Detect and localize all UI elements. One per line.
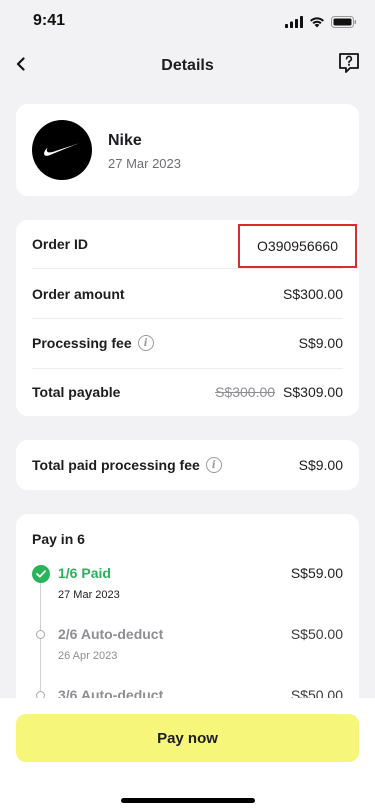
paid-fee-card: Total paid processing fee i S$9.00 xyxy=(16,440,359,490)
plan-title: Pay in 6 xyxy=(32,531,85,547)
installment-label: 1/6 Paid xyxy=(58,565,111,581)
order-details-card: Order ID O390956660 Order amount S$300.0… xyxy=(16,220,359,416)
installment-amount: S$50.00 xyxy=(290,626,343,642)
status-icons xyxy=(285,15,357,33)
paid-fee-value: S$9.00 xyxy=(298,457,343,473)
nike-swoosh-logo xyxy=(32,120,92,180)
status-time: 9:41 xyxy=(33,12,66,29)
installment-plan-card: Pay in 6 1/6 Paid 27 Mar 2023 S$59.00 2/… xyxy=(16,514,359,714)
wifi-icon xyxy=(309,15,325,33)
merchant-card: Nike 27 Mar 2023 xyxy=(16,104,359,196)
total-payable-row: Total payable S$300.00 S$309.00 xyxy=(32,368,343,416)
paid-fee-label-group: Total paid processing fee i xyxy=(32,457,222,473)
status-bar: 9:41 xyxy=(0,0,375,44)
order-amount-label: Order amount xyxy=(32,286,125,302)
divider xyxy=(32,268,343,269)
info-icon[interactable]: i xyxy=(137,335,154,351)
question-chat-icon xyxy=(338,52,360,79)
pay-now-button[interactable]: Pay now xyxy=(16,714,359,762)
order-date: 27 Mar 2023 xyxy=(108,156,181,171)
installment-item: 2/6 Auto-deduct 26 Apr 2023 S$50.00 xyxy=(32,624,343,668)
order-id-label: Order ID xyxy=(32,236,89,252)
processing-fee-label: Processing fee xyxy=(32,335,132,351)
order-amount-row: Order amount S$300.00 xyxy=(32,270,343,318)
paid-fee-label: Total paid processing fee xyxy=(32,457,200,473)
total-payable-value: S$309.00 xyxy=(283,384,343,400)
installment-date: 27 Mar 2023 xyxy=(58,589,120,601)
processing-fee-label-group: Processing fee i xyxy=(32,335,154,351)
bottom-action-bar: Pay now xyxy=(0,698,375,812)
paid-fee-row: Total paid processing fee i S$9.00 xyxy=(32,441,343,489)
installment-amount: S$59.00 xyxy=(290,565,343,581)
merchant-name: Nike xyxy=(108,132,142,149)
home-indicator xyxy=(121,798,255,803)
total-payable-values: S$300.00 S$309.00 xyxy=(215,384,343,400)
installment-date: 26 Apr 2023 xyxy=(58,650,118,662)
order-amount-value: S$300.00 xyxy=(283,286,343,302)
installment-item: 1/6 Paid 27 Mar 2023 S$59.00 xyxy=(32,563,343,607)
total-payable-label: Total payable xyxy=(32,384,121,400)
processing-fee-row: Processing fee i S$9.00 xyxy=(32,319,343,367)
battery-icon xyxy=(331,15,357,33)
processing-fee-value: S$9.00 xyxy=(298,335,343,351)
timeline-dot-icon xyxy=(36,630,45,639)
nav-header: Details xyxy=(0,44,375,88)
info-icon[interactable]: i xyxy=(205,457,222,473)
page-title: Details xyxy=(161,57,214,74)
cellular-signal-icon xyxy=(285,15,303,33)
check-circle-icon xyxy=(32,565,50,583)
help-button[interactable] xyxy=(337,52,361,78)
original-amount: S$300.00 xyxy=(215,384,276,400)
installment-label: 2/6 Auto-deduct xyxy=(58,626,164,642)
order-id-value: O390956660 xyxy=(238,224,357,268)
